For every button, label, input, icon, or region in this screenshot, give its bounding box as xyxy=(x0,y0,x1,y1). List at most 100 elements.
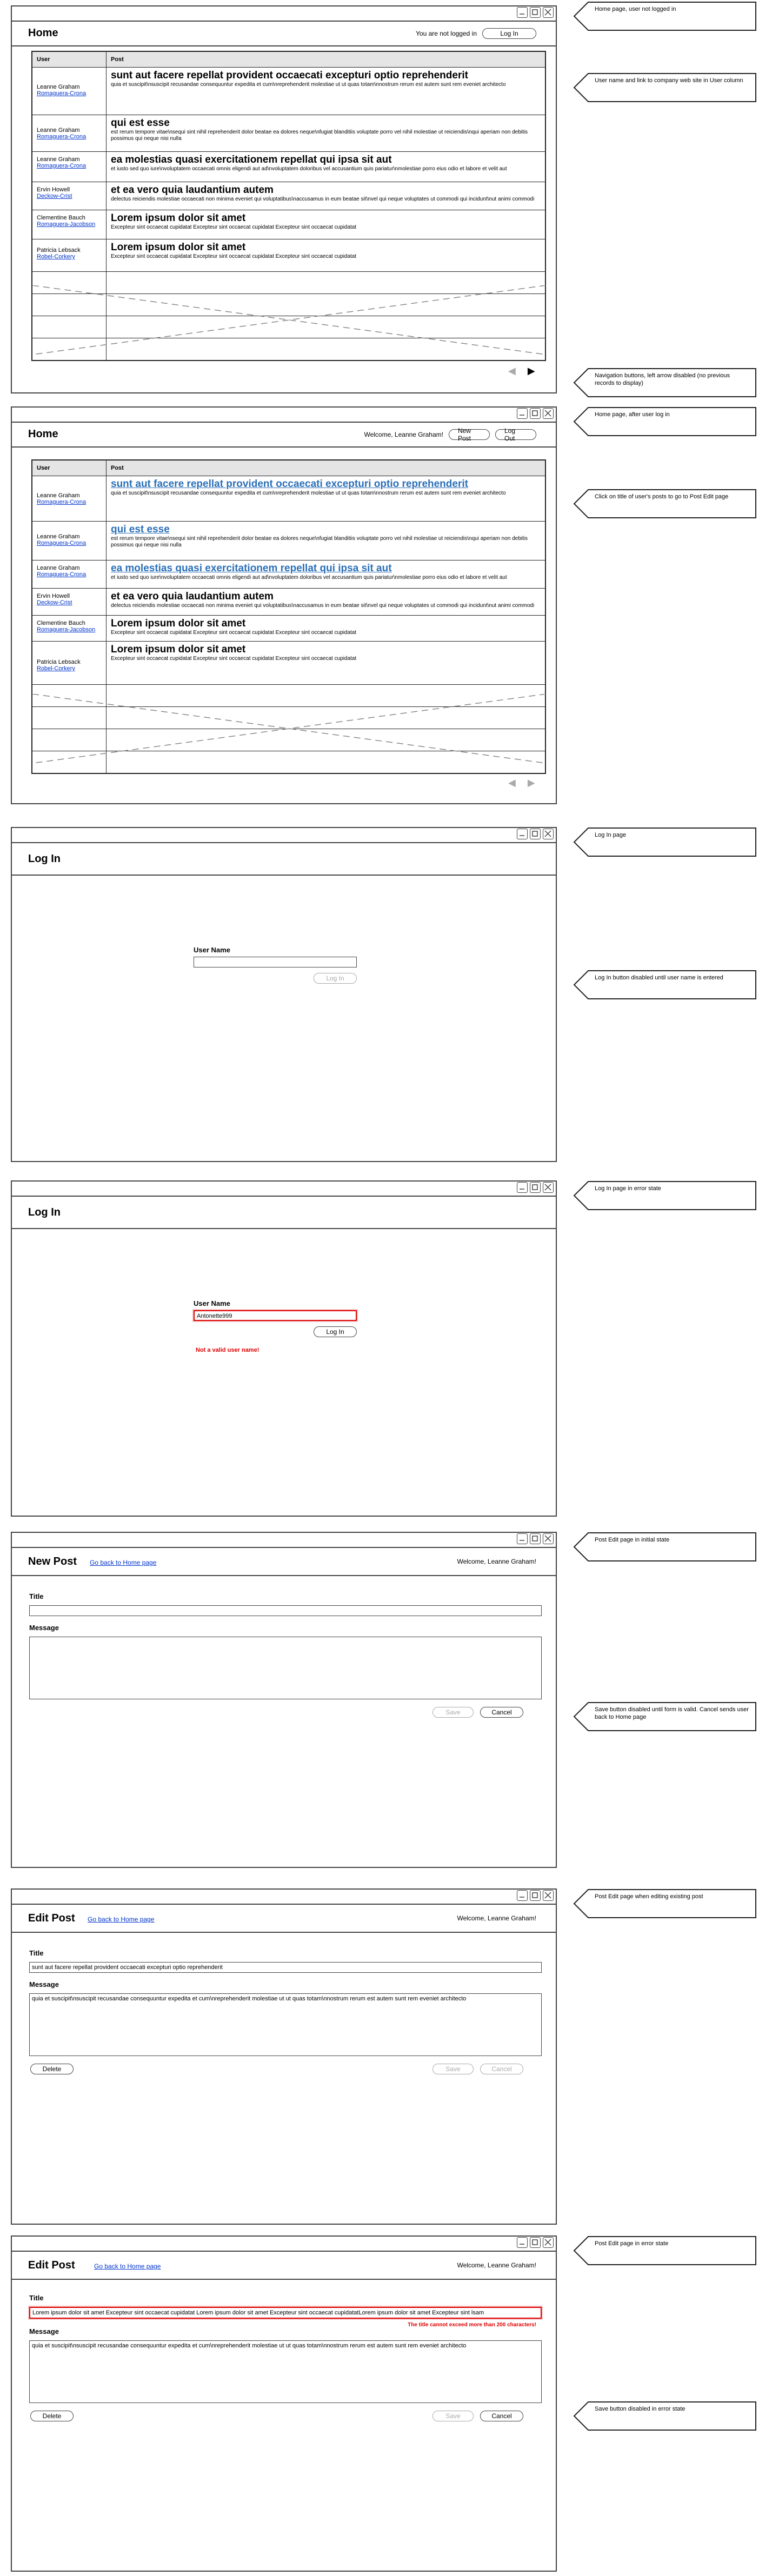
cancel-button[interactable]: Cancel xyxy=(480,2411,523,2421)
company-link[interactable]: Romaguera-Crona xyxy=(37,499,102,505)
minimize-icon[interactable] xyxy=(517,1182,528,1193)
message-textarea[interactable] xyxy=(29,1637,542,1699)
annotation-callout: User name and link to company web site i… xyxy=(573,72,757,103)
post-title-link[interactable]: qui est esse xyxy=(111,524,541,536)
minimize-icon[interactable] xyxy=(517,1533,528,1544)
arrow-right-icon[interactable]: ▶ xyxy=(528,365,535,377)
title-input[interactable]: sunt aut facere repellat provident occae… xyxy=(29,1962,542,1973)
close-icon[interactable] xyxy=(543,7,554,18)
post-body: Excepteur sint occaecat cupidatat Except… xyxy=(111,224,357,230)
maximize-icon[interactable] xyxy=(530,2237,541,2248)
post-body: delectus reiciendis molestiae occaecati … xyxy=(111,603,535,609)
delete-button[interactable]: Delete xyxy=(30,2064,74,2074)
maximize-icon[interactable] xyxy=(530,1890,541,1901)
post-title: Lorem ipsum dolor sit amet xyxy=(111,618,246,629)
close-icon[interactable] xyxy=(543,1890,554,1901)
arrow-right-icon: ▶ xyxy=(527,777,535,788)
save-button[interactable]: Save xyxy=(432,2064,474,2074)
close-icon[interactable] xyxy=(543,1533,554,1544)
close-icon[interactable] xyxy=(543,408,554,419)
title-label: Title xyxy=(29,2294,44,2302)
message-textarea[interactable]: quia et suscipit\nsuscipit recusandae co… xyxy=(29,1993,542,2056)
close-icon[interactable] xyxy=(543,2237,554,2248)
company-link[interactable]: Romaguera-Crona xyxy=(37,571,102,578)
company-link[interactable]: Romaguera-Crona xyxy=(37,163,102,169)
minimize-icon[interactable] xyxy=(517,2237,528,2248)
delete-button[interactable]: Delete xyxy=(30,2411,74,2421)
company-link[interactable]: Romaguera-Jacobson xyxy=(37,626,102,633)
maximize-icon[interactable] xyxy=(530,1533,541,1544)
login-button[interactable]: Log In xyxy=(314,1326,357,1337)
cancel-button[interactable]: Cancel xyxy=(480,1707,523,1718)
maximize-icon[interactable] xyxy=(530,7,541,18)
company-link[interactable]: Romaguera-Crona xyxy=(37,540,102,546)
post-title: et ea vero quia laudantium autem xyxy=(111,184,274,196)
window-controls xyxy=(517,829,554,839)
annotation-callout: Navigation buttons, left arrow disabled … xyxy=(573,368,757,398)
save-button[interactable]: Save xyxy=(432,2411,474,2421)
column-header-user: User xyxy=(31,51,107,68)
username-label: User Name xyxy=(194,1299,230,1307)
annotation-callout: Save button disabled in error state xyxy=(573,2401,757,2431)
back-home-link[interactable]: Go back to Home page xyxy=(88,1916,154,1923)
logout-button[interactable]: Log Out xyxy=(495,427,536,442)
post-body: est rerum tempore vitae\nsequi sint nihi… xyxy=(111,129,528,142)
post-title-link[interactable]: ea molestias quasi exercitationem repell… xyxy=(111,563,541,575)
company-link[interactable]: Romaguera-Crona xyxy=(37,90,102,97)
user-name: Ervin Howell xyxy=(37,593,70,599)
page-header: Edit Post Go back to Home page Welcome, … xyxy=(12,1905,556,1933)
title-input[interactable] xyxy=(29,1605,542,1616)
new-post-button[interactable]: New Post xyxy=(449,427,490,442)
close-icon[interactable] xyxy=(543,829,554,839)
cancel-button[interactable]: Cancel xyxy=(480,2064,523,2074)
annotation-text: Home page, after user log in xyxy=(595,411,670,418)
post-body: Excepteur sint occaecat cupidatat Except… xyxy=(111,630,357,636)
user-name: Patricia Lebsack xyxy=(37,247,81,253)
minimize-icon[interactable] xyxy=(517,408,528,419)
login-button[interactable]: Log In xyxy=(314,973,357,984)
back-home-link[interactable]: Go back to Home page xyxy=(90,1559,156,1566)
title-input[interactable]: Lorem ipsum dolor sit amet Excepteur sin… xyxy=(29,2307,542,2319)
user-name: Clementine Bauch xyxy=(37,620,85,626)
login-error-window: Log In User Name Antonette999 Log In Not… xyxy=(11,1180,557,1517)
company-link[interactable]: Robel-Corkery xyxy=(37,253,102,260)
table-row: Leanne Graham Romaguera-Crona qui est ess… xyxy=(31,115,546,152)
annotation-callout: Log In page in error state xyxy=(573,1180,757,1211)
maximize-icon[interactable] xyxy=(530,408,541,419)
message-textarea[interactable]: quia et suscipit\nsuscipit recusandae co… xyxy=(29,2340,542,2403)
post-body: Excepteur sint occaecat cupidatat Except… xyxy=(111,253,357,259)
minimize-icon[interactable] xyxy=(517,1890,528,1901)
window-titlebar xyxy=(12,6,556,22)
company-link[interactable]: Romaguera-Crona xyxy=(37,134,102,140)
maximize-icon[interactable] xyxy=(530,829,541,839)
save-button[interactable]: Save xyxy=(432,1707,474,1718)
minimize-icon[interactable] xyxy=(517,7,528,18)
title-error: The title cannot exceed more than 200 ch… xyxy=(408,2322,536,2328)
annotation-text: Log In page xyxy=(595,832,627,838)
pager: ◀ ▶ xyxy=(508,365,535,377)
minimize-icon[interactable] xyxy=(517,829,528,839)
username-error: Not a valid user name! xyxy=(196,1347,259,1353)
table-header: User Post xyxy=(31,51,546,68)
annotation-callout: Post Edit page when editing existing pos… xyxy=(573,1888,757,1919)
arrow-left-icon: ◀ xyxy=(508,365,516,376)
window-controls xyxy=(517,408,554,419)
login-button[interactable]: Log In xyxy=(482,28,536,39)
maximize-icon[interactable] xyxy=(530,1182,541,1193)
user-name: Leanne Graham xyxy=(37,84,80,90)
page-header: New Post Go back to Home page Welcome, L… xyxy=(12,1548,556,1576)
back-home-link[interactable]: Go back to Home page xyxy=(94,2263,161,2270)
username-input[interactable] xyxy=(194,957,357,967)
close-icon[interactable] xyxy=(543,1182,554,1193)
window-titlebar xyxy=(12,2237,556,2252)
company-link[interactable]: Deckow-Crist xyxy=(37,193,102,199)
company-link[interactable]: Deckow-Crist xyxy=(37,599,102,606)
post-title-link[interactable]: sunt aut facere repellat provident occae… xyxy=(111,478,541,490)
company-link[interactable]: Robel-Corkery xyxy=(37,665,102,672)
company-link[interactable]: Romaguera-Jacobson xyxy=(37,221,102,228)
window-titlebar xyxy=(12,1533,556,1548)
table-row: Clementine Bauch Romaguera-Jacobson Lorem… xyxy=(31,615,546,642)
post-body: est rerum tempore vitae\nsequi sint nihi… xyxy=(111,536,528,548)
username-input[interactable]: Antonette999 xyxy=(194,1310,357,1321)
table-header: User Post xyxy=(31,459,546,476)
